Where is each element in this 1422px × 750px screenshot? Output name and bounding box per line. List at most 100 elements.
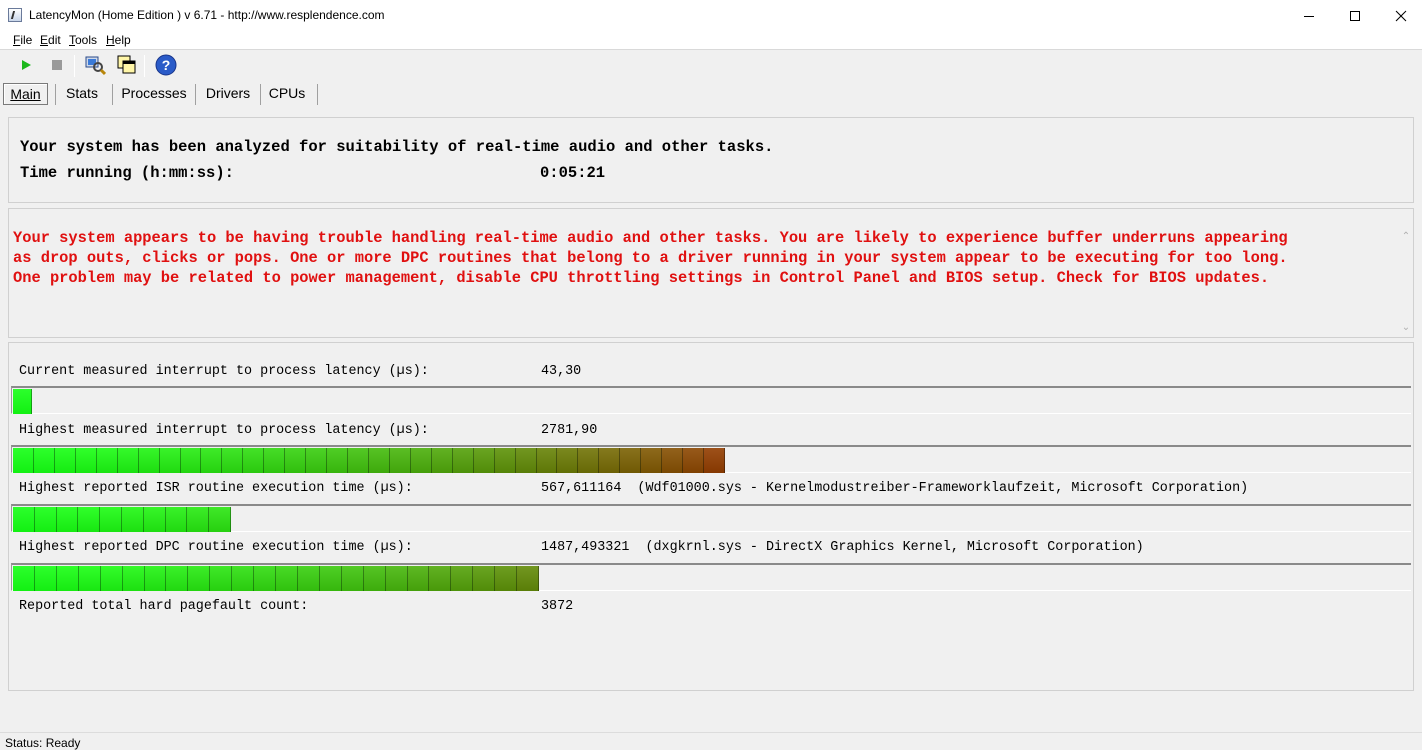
analysis-message: Your system has been analyzed for suitab…	[20, 138, 774, 156]
bar-segment	[222, 448, 243, 473]
warning-panel: Your system appears to be having trouble…	[8, 208, 1414, 338]
bar-segment	[201, 448, 222, 473]
toolbar: ?	[0, 51, 1422, 81]
tab-processes[interactable]: Processes	[115, 83, 193, 105]
bar-segment	[166, 566, 188, 591]
bar-segment	[348, 448, 369, 473]
bar-segment	[578, 448, 599, 473]
bar-segment	[34, 448, 55, 473]
bar-segment	[327, 448, 348, 473]
bar-segment	[495, 448, 516, 473]
window-title: LatencyMon (Home Edition ) v 6.71 - http…	[29, 8, 385, 22]
bar-segment	[97, 448, 118, 473]
bar-segment	[188, 566, 210, 591]
dpc-time-label: Highest reported DPC routine execution t…	[19, 540, 413, 555]
toolbar-separator	[144, 55, 145, 77]
tab-separator	[55, 84, 56, 105]
bar-segment	[342, 566, 364, 591]
bar-segment	[78, 507, 100, 532]
bar-segment	[210, 566, 232, 591]
windows-icon	[117, 55, 136, 74]
menu-bar: File Edit Tools Help	[0, 31, 1422, 50]
menu-edit[interactable]: Edit	[40, 33, 61, 47]
bar-segment	[451, 566, 473, 591]
tab-separator	[195, 84, 196, 105]
tab-separator	[317, 84, 318, 105]
tab-separator	[260, 84, 261, 105]
bar-segment	[599, 448, 620, 473]
bar-segment	[276, 566, 298, 591]
metrics-panel: Current measured interrupt to process la…	[8, 342, 1414, 691]
current-latency-bar-fill	[13, 389, 32, 414]
status-text: Status: Ready	[5, 736, 81, 750]
bar-segment	[254, 566, 276, 591]
scroll-up-icon[interactable]: ⌃	[1401, 231, 1411, 242]
bar-segment	[57, 566, 79, 591]
bar-segment	[386, 566, 408, 591]
bar-segment	[13, 566, 35, 591]
tab-bar: Main Stats Processes Drivers CPUs	[0, 81, 1422, 107]
bar-segment	[390, 448, 411, 473]
scroll-down-icon[interactable]: ⌄	[1401, 322, 1411, 333]
toolbar-separator	[74, 55, 75, 77]
bar-segment	[264, 448, 285, 473]
bar-segment	[13, 448, 34, 473]
isr-time-value: 567,611164 (Wdf01000.sys - Kernelmodustr…	[541, 481, 1249, 496]
minimize-button[interactable]	[1286, 0, 1332, 31]
tab-main[interactable]: Main	[3, 83, 48, 105]
bar-segment	[144, 507, 166, 532]
highest-latency-value: 2781,90	[541, 423, 598, 438]
bar-segment	[683, 448, 704, 473]
tab-drivers[interactable]: Drivers	[198, 83, 258, 105]
menu-file[interactable]: File	[13, 33, 32, 47]
dpc-time-value: 1487,493321 (dxgkrnl.sys - DirectX Graph…	[541, 540, 1144, 555]
svg-text:?: ?	[162, 57, 171, 73]
close-button[interactable]	[1378, 0, 1422, 31]
bar-segment	[101, 566, 123, 591]
bar-segment	[298, 566, 320, 591]
menu-tools[interactable]: Tools	[69, 33, 97, 47]
bar-segment	[13, 389, 32, 414]
help-button[interactable]: ?	[154, 53, 178, 77]
current-latency-bar	[11, 386, 1411, 414]
bar-segment	[79, 566, 101, 591]
bar-segment	[122, 507, 144, 532]
bar-segment	[118, 448, 139, 473]
windows-button[interactable]	[115, 53, 139, 77]
bar-segment	[704, 448, 725, 473]
start-button[interactable]	[14, 53, 38, 77]
bar-segment	[495, 566, 517, 591]
tab-cpus[interactable]: CPUs	[263, 83, 311, 105]
bar-segment	[537, 448, 557, 473]
dpc-time-bar-fill	[13, 566, 539, 591]
bar-segment	[620, 448, 641, 473]
bar-segment	[364, 566, 386, 591]
maximize-button[interactable]	[1332, 0, 1378, 31]
system-info-button[interactable]	[83, 53, 107, 77]
current-latency-label: Current measured interrupt to process la…	[19, 364, 429, 379]
stop-button[interactable]	[45, 53, 69, 77]
bar-segment	[76, 448, 97, 473]
bar-segment	[232, 566, 254, 591]
bar-segment	[35, 566, 57, 591]
isr-time-bar	[11, 504, 1411, 532]
pagefault-value: 3872	[541, 599, 574, 614]
bar-segment	[517, 566, 539, 591]
pagefault-label: Reported total hard pagefault count:	[19, 599, 309, 614]
bar-segment	[123, 566, 145, 591]
status-bar: Status: Ready	[0, 732, 1422, 750]
bar-segment	[429, 566, 451, 591]
highest-latency-bar	[11, 445, 1411, 473]
bar-segment	[181, 448, 201, 473]
tab-stats[interactable]: Stats	[58, 83, 106, 105]
bar-segment	[408, 566, 429, 591]
bar-segment	[209, 507, 231, 532]
current-latency-value: 43,30	[541, 364, 582, 379]
dpc-time-bar	[11, 563, 1411, 591]
title-bar: LatencyMon (Home Edition ) v 6.71 - http…	[0, 0, 1422, 31]
search-system-icon	[85, 56, 106, 76]
bar-segment	[306, 448, 327, 473]
bar-segment	[641, 448, 662, 473]
menu-help[interactable]: Help	[106, 33, 131, 47]
bar-segment	[369, 448, 390, 473]
